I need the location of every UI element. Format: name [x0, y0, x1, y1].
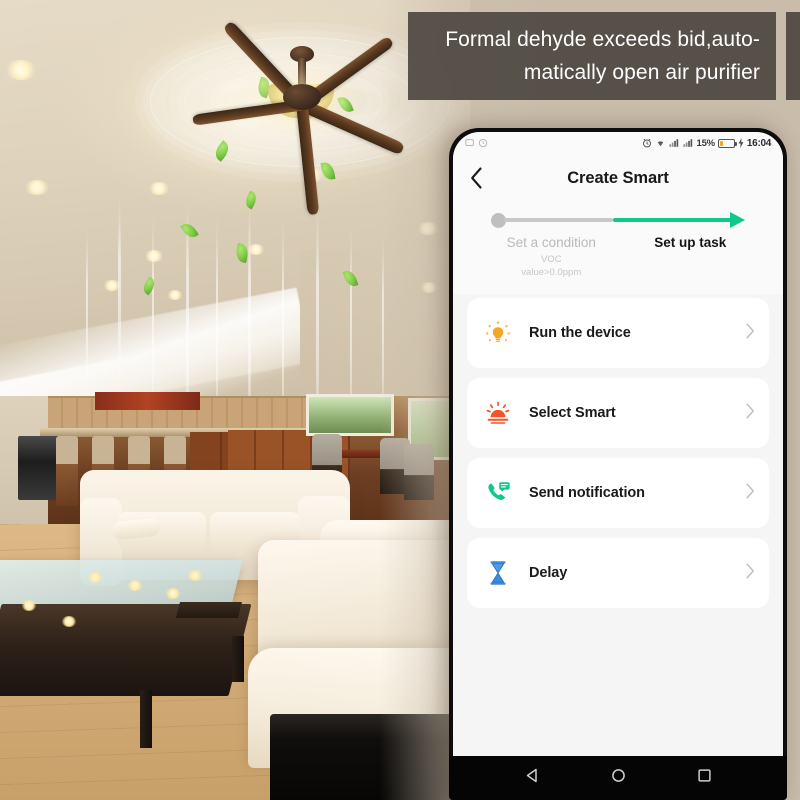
chevron-right-icon	[746, 482, 755, 504]
stepper-arrow-icon	[730, 212, 745, 228]
condition-sensor: VOC	[540, 254, 562, 265]
table-leg	[140, 690, 152, 748]
sunrise-icon	[483, 398, 513, 428]
progress-stepper: Set a condition VOC value>0.0ppm Set up …	[453, 202, 783, 294]
downlight-icon	[4, 60, 38, 80]
stepper-step-1-sub: VOC value>0.0ppm	[479, 253, 624, 279]
status-time: 16:04	[746, 137, 771, 149]
condition-value: value>0.0ppm	[521, 267, 582, 278]
home-circle-icon[interactable]	[611, 768, 626, 788]
battery-percent: 15%	[696, 137, 716, 149]
phone-screen: 15% 16:04 Create Smart Set a condition V…	[453, 132, 783, 756]
chevron-right-icon	[746, 402, 755, 424]
airflow-streak	[118, 196, 121, 406]
light-bulb-icon	[483, 318, 513, 348]
stepper-step-2-label: Set up task	[654, 235, 727, 250]
action-label: Run the device	[529, 325, 631, 341]
phone-mockup: 15% 16:04 Create Smart Set a condition V…	[449, 128, 787, 800]
action-label: Select Smart	[529, 405, 616, 421]
status-bar-right: 15% 16:04	[642, 137, 771, 149]
caption-banner-next	[786, 12, 800, 100]
airflow-streak	[86, 226, 88, 416]
action-run-the-device[interactable]: Run the device	[467, 298, 769, 368]
tea-light	[22, 600, 36, 611]
downlight-icon	[144, 250, 164, 262]
page-title: Create Smart	[567, 168, 669, 187]
charging-bolt-icon	[738, 138, 744, 148]
android-navigation-bar	[449, 756, 787, 800]
hourglass-icon	[483, 558, 513, 588]
action-list: Run the device Select Smart Send notific…	[453, 294, 783, 608]
action-send-notification[interactable]: Send notification	[467, 458, 769, 528]
action-label: Send notification	[529, 485, 645, 501]
stepper-labels: Set a condition VOC value>0.0ppm Set up …	[479, 235, 757, 279]
back-triangle-icon[interactable]	[525, 768, 540, 788]
caption-line-1: Formal dehyde exceeds bid,auto-	[445, 28, 760, 51]
appliance	[18, 436, 60, 500]
signal-icon	[682, 139, 692, 147]
caption-line-2: matically open air purifier	[523, 61, 760, 84]
caption-banner: Formal dehyde exceeds bid,auto- maticall…	[408, 12, 776, 100]
alarm-icon	[642, 138, 651, 148]
status-bar: 15% 16:04	[453, 132, 783, 154]
wifi-icon	[657, 141, 663, 147]
table-leg	[232, 636, 244, 682]
chevron-right-icon	[746, 322, 755, 344]
sync-icon	[478, 138, 488, 148]
stepper-segment-active	[612, 218, 732, 222]
recents-square-icon[interactable]	[697, 768, 712, 788]
stepper-step-1-label: Set a condition	[506, 235, 596, 250]
stepper-track	[491, 212, 745, 228]
screenshot-root: Formal dehyde exceeds bid,auto- maticall…	[0, 0, 800, 800]
stepper-step-1[interactable]: Set a condition VOC value>0.0ppm	[479, 235, 624, 279]
tea-light	[188, 570, 202, 581]
action-delay[interactable]: Delay	[467, 538, 769, 608]
fan-motor-housing	[283, 84, 321, 110]
stepper-step-2[interactable]: Set up task	[624, 235, 757, 279]
battery-icon	[717, 138, 737, 148]
action-select-smart[interactable]: Select Smart	[467, 378, 769, 448]
downlight-icon	[167, 290, 183, 300]
signal-icon	[668, 139, 678, 147]
status-bar-left	[465, 138, 488, 148]
coffee-table-ledge	[176, 602, 242, 618]
tea-light	[128, 580, 142, 591]
stepper-segment-inactive	[504, 218, 613, 222]
wall-art	[95, 392, 200, 410]
bar-stool	[56, 436, 78, 506]
tea-light	[88, 572, 102, 583]
chevron-right-icon	[746, 562, 755, 584]
phone-message-icon	[483, 478, 513, 508]
action-label: Delay	[529, 565, 568, 581]
app-header: Create Smart	[453, 154, 783, 202]
tea-light	[166, 588, 180, 599]
tea-light	[62, 616, 76, 627]
notification-icon	[465, 139, 474, 146]
downlight-icon	[24, 180, 50, 195]
